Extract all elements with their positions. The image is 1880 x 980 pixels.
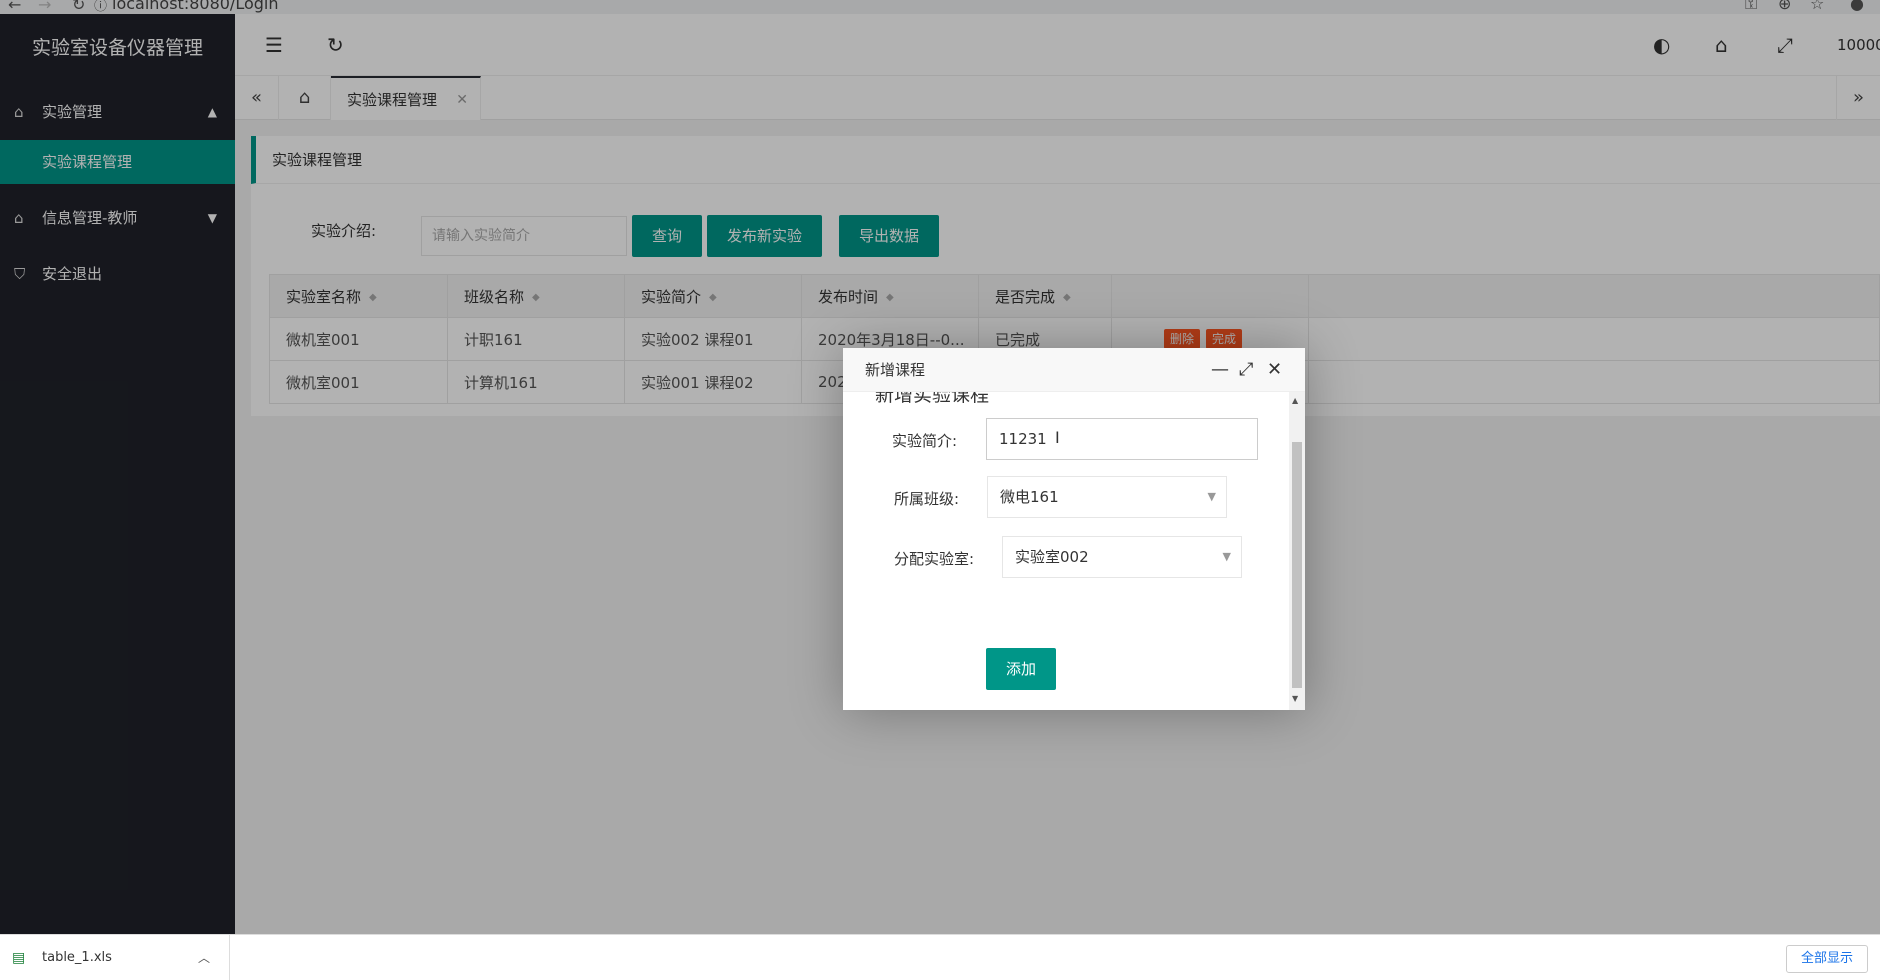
intro-input[interactable]: 11231	[986, 418, 1258, 460]
maximize-icon[interactable]: ⤢	[1239, 348, 1253, 392]
download-file-name: table_1.xls	[42, 950, 112, 965]
minimize-icon[interactable]: —	[1211, 348, 1229, 392]
lab-select[interactable]: 实验室002 ▼	[1002, 536, 1242, 578]
dialog-header: 新增课程 — ⤢ ✕	[843, 348, 1305, 392]
download-item[interactable]: ▤ table_1.xls ︿	[0, 935, 230, 980]
chevron-down-icon: ▼	[1222, 550, 1231, 563]
class-label: 所属班级:	[894, 490, 960, 508]
lab-select-value: 实验室002	[1015, 548, 1089, 566]
file-icon: ▤	[12, 950, 26, 966]
close-icon[interactable]: ✕	[1267, 348, 1282, 392]
scroll-thumb[interactable]	[1292, 442, 1302, 688]
scroll-down-icon[interactable]: ▼	[1292, 694, 1298, 703]
class-select-value: 微电161	[1000, 488, 1059, 506]
chevron-down-icon: ▼	[1207, 490, 1216, 503]
download-bar: ▤ table_1.xls ︿ 全部显示	[0, 934, 1880, 980]
lab-label: 分配实验室:	[894, 550, 975, 568]
dialog-title: 新增课程	[865, 361, 926, 379]
dialog-scrollbar[interactable]: ▲ ▼	[1289, 392, 1305, 710]
show-all-button[interactable]: 全部显示	[1785, 945, 1868, 973]
class-select[interactable]: 微电161 ▼	[987, 476, 1227, 518]
add-button[interactable]: 添加	[986, 648, 1056, 690]
text-cursor-icon: I	[1055, 428, 1060, 447]
chevron-up-icon[interactable]: ︿	[198, 935, 210, 980]
add-course-dialog: 新增课程 — ⤢ ✕ 新增实验课程 实验简介: 11231 I 所属班级: 微电…	[843, 348, 1305, 710]
scroll-up-icon[interactable]: ▲	[1292, 396, 1298, 405]
dialog-body: 新增实验课程 实验简介: 11231 I 所属班级: 微电161 ▼ 分配实验室…	[843, 392, 1289, 710]
form-title: 新增实验课程	[875, 392, 990, 406]
intro-label: 实验简介:	[892, 432, 958, 450]
